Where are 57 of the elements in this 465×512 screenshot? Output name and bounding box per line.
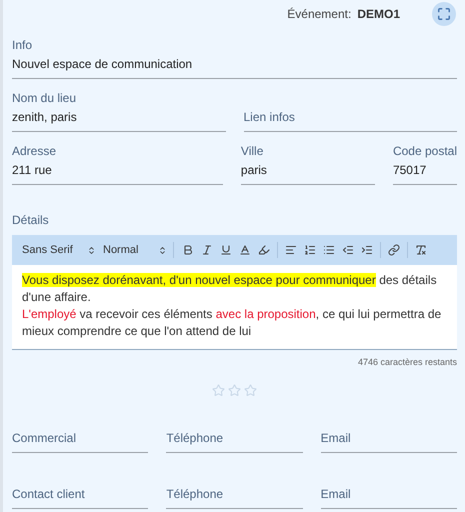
text-field[interactable]: Info Nouvel espace de communication: [12, 37, 457, 79]
field-label: Code postal: [392, 143, 457, 159]
field-label: Nom du lieu: [12, 90, 78, 106]
star-rating[interactable]: [212, 384, 257, 396]
numbered-list-icon: [304, 244, 316, 256]
text-field[interactable]: Code postal 75017: [392, 143, 457, 185]
star-icon: [228, 384, 241, 396]
star-icon: [244, 384, 257, 396]
text-field[interactable]: Contact client: [12, 466, 148, 508]
underline-icon: [220, 244, 232, 256]
editor-paragraph: L'employé va recevoir ces éléments avec la proposition, ce qui lui permettra de mieux comprendre ce que l'on attend de lui: [22, 306, 442, 340]
text-field[interactable]: Email: [320, 410, 457, 452]
event-value: DEMO1: [357, 6, 400, 23]
field-label: Téléphone: [166, 430, 224, 446]
field-label: Email: [320, 486, 352, 502]
text-field[interactable]: Téléphone: [166, 410, 303, 452]
field-value: Nouvel espace de communication: [12, 56, 194, 72]
character-counter: 4746 caractères restants: [358, 356, 457, 369]
fullscreen-icon: [437, 7, 451, 21]
editor-area[interactable]: [12, 265, 457, 350]
italic-icon: [201, 244, 213, 256]
editor-paragraph: Vous disposez dorénavant, d'un nouvel espace pour communiquer des détails d'une affaire.: [22, 272, 438, 306]
text-field[interactable]: Adresse 211 rue: [12, 143, 223, 185]
star-icon: [212, 384, 225, 396]
size-dropdown[interactable]: Normal: [103, 242, 167, 258]
field-label: Lien infos: [244, 109, 296, 125]
fullscreen-button[interactable]: [432, 2, 456, 26]
link-icon: [388, 244, 400, 256]
align-icon: [285, 244, 297, 256]
field-value: paris: [240, 162, 268, 178]
text-field[interactable]: Nom du lieu zenith, paris: [12, 90, 226, 132]
dropdown-icon: [86, 246, 96, 254]
field-label: Téléphone: [166, 486, 224, 502]
field-label: Info: [12, 37, 34, 53]
text-field[interactable]: Lien infos: [244, 90, 457, 132]
details-label: Détails: [12, 212, 50, 229]
outdent-icon: [342, 244, 354, 256]
dropdown-icon: [158, 246, 167, 254]
bold-icon: [182, 244, 194, 256]
indent-icon: [361, 244, 373, 256]
font-dropdown[interactable]: Sans Serif: [22, 242, 96, 258]
text-field[interactable]: Email: [320, 466, 457, 508]
text-field[interactable]: Commercial: [12, 410, 148, 452]
field-value: 75017: [392, 162, 428, 178]
field-label: Email: [320, 430, 352, 446]
field-label: Ville: [240, 143, 264, 159]
field-value: zenith, paris: [12, 109, 78, 125]
field-value: 211 rue: [12, 162, 53, 178]
highlight-icon: [258, 244, 270, 256]
field-label: Contact client: [12, 486, 86, 502]
event-label: Événement:: [287, 6, 352, 23]
field-label: Adresse: [12, 143, 58, 159]
text-color-icon: [239, 244, 251, 256]
text-field[interactable]: Téléphone: [166, 466, 303, 508]
text-field[interactable]: Ville paris: [240, 143, 375, 185]
clear-format-icon: [415, 244, 427, 256]
field-label: Commercial: [12, 430, 78, 446]
